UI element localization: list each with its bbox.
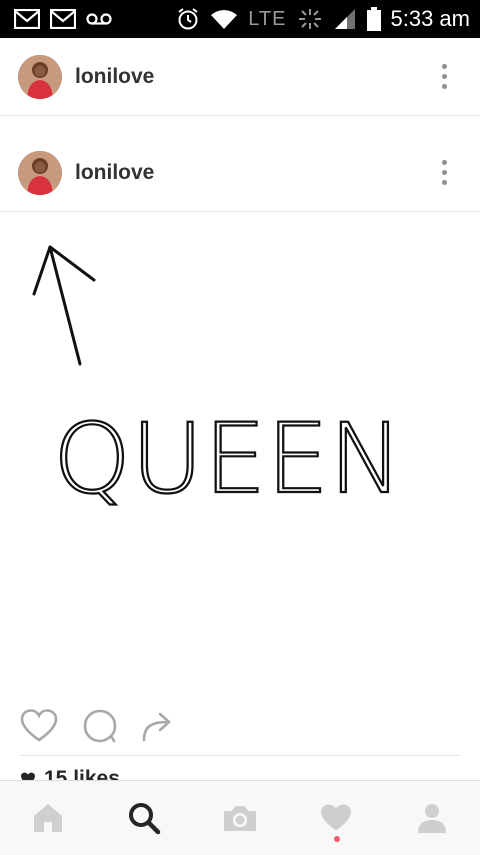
arrow-icon xyxy=(32,245,96,366)
data-activity-icon xyxy=(298,9,321,29)
wifi-icon xyxy=(211,10,238,29)
divider xyxy=(20,755,460,756)
profile-icon xyxy=(418,804,446,833)
dot-icon xyxy=(441,74,447,79)
alarm-icon xyxy=(178,8,198,30)
post-header: lonilove xyxy=(0,38,480,116)
avatar[interactable] xyxy=(18,150,62,195)
dot-icon xyxy=(441,160,447,165)
nav-profile[interactable] xyxy=(402,788,462,848)
avatar-photo xyxy=(18,54,62,99)
gmail-icon xyxy=(14,9,40,29)
post-header: lonilove xyxy=(0,134,480,212)
signal-icon xyxy=(334,9,355,29)
post-image[interactable]: QUEEN xyxy=(0,214,480,694)
more-options-button[interactable] xyxy=(434,157,454,189)
network-type-label: LTE xyxy=(248,7,287,30)
camera-icon xyxy=(224,806,256,831)
battery-icon xyxy=(366,7,381,31)
username[interactable]: lonilove xyxy=(75,65,154,89)
dot-icon xyxy=(441,84,447,89)
status-left xyxy=(0,9,112,29)
nav-camera[interactable] xyxy=(210,788,270,848)
status-time: 5:33 am xyxy=(390,6,471,31)
nav-home[interactable] xyxy=(18,788,78,848)
dot-icon xyxy=(441,64,447,69)
more-options-button[interactable] xyxy=(434,61,454,93)
notification-dot xyxy=(334,836,340,842)
post-image-graphic: QUEEN xyxy=(32,245,404,516)
post-actions xyxy=(0,700,480,752)
like-heart-icon[interactable] xyxy=(20,709,58,743)
search-icon xyxy=(129,803,161,835)
username[interactable]: lonilove xyxy=(75,161,154,185)
status-bar: LTE 5:33 am xyxy=(0,0,480,38)
dot-icon xyxy=(441,170,447,175)
share-arrow-icon[interactable] xyxy=(140,708,176,744)
dot-icon xyxy=(441,180,447,185)
nav-search[interactable] xyxy=(114,788,174,848)
comment-bubble-icon[interactable] xyxy=(82,708,118,744)
bottom-navigation xyxy=(0,780,480,855)
gmail-icon xyxy=(50,9,76,29)
heart-icon xyxy=(321,804,351,831)
avatar-photo xyxy=(18,150,62,195)
post-image-text: QUEEN xyxy=(53,403,403,515)
status-right: LTE 5:33 am xyxy=(176,6,480,32)
voicemail-icon xyxy=(86,13,112,25)
nav-activity[interactable] xyxy=(306,788,366,848)
home-icon xyxy=(34,804,62,832)
avatar[interactable] xyxy=(18,54,62,99)
